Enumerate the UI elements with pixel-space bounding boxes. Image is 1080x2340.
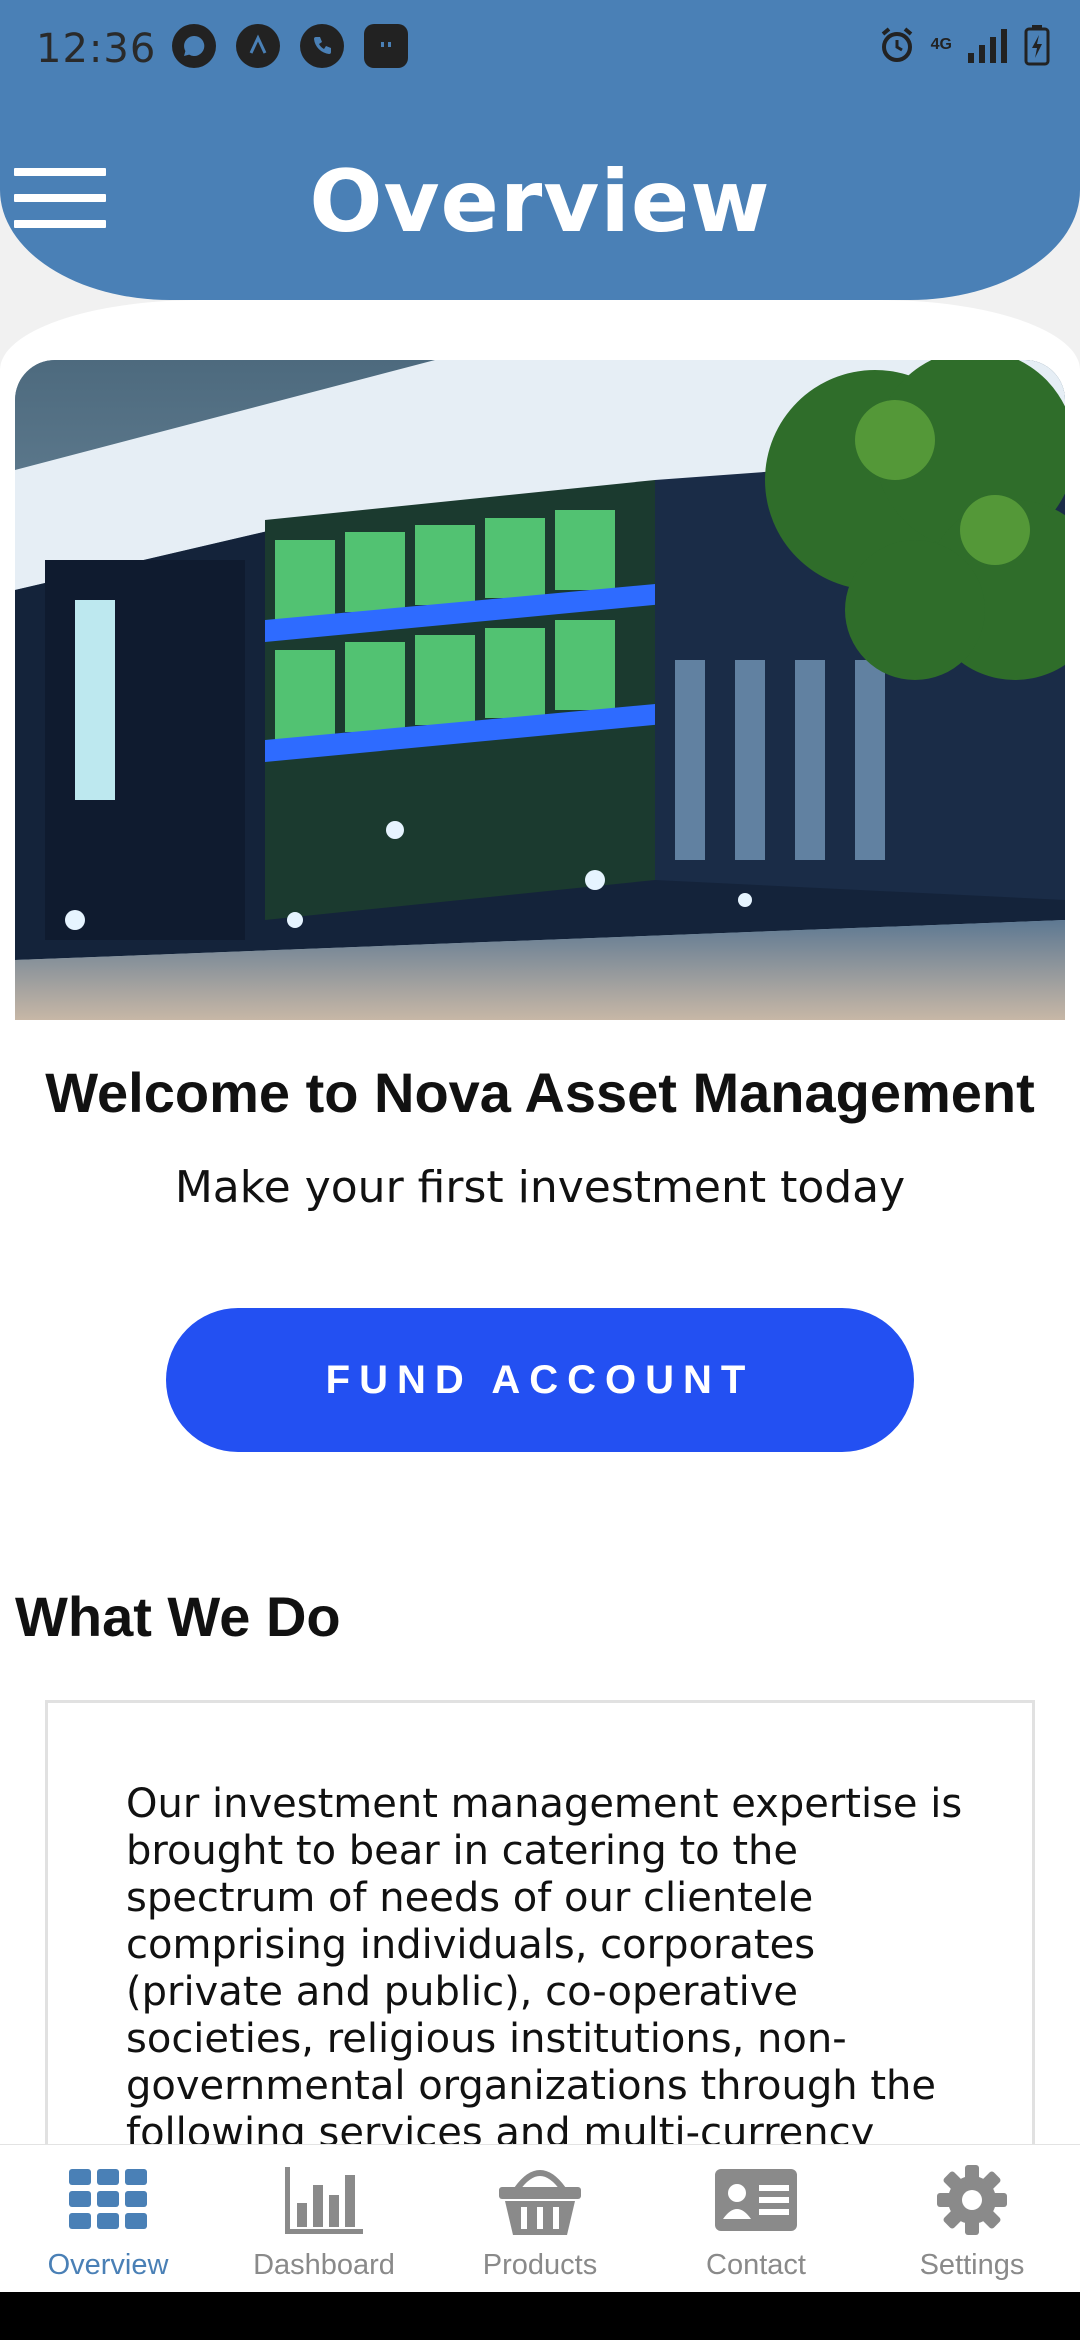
- gear-icon: [937, 2165, 1007, 2235]
- contact-card-icon: [715, 2169, 797, 2231]
- welcome-title: Welcome to Nova Asset Management: [45, 1061, 1035, 1124]
- signal-icon: [968, 29, 1007, 63]
- nav-label-products: Products: [482, 2249, 598, 2281]
- system-status-icons: 4G: [877, 24, 1050, 66]
- app-header: 12:36 4G Overview: [0, 0, 1080, 300]
- nav-label-overview: Overview: [47, 2249, 169, 2281]
- battery-charging-icon: [1024, 25, 1050, 66]
- bottom-navigation: Overview Dashboard Products Contact Sett…: [0, 2144, 1080, 2293]
- tagline: Make your first investment today: [174, 1162, 906, 1213]
- ghost-icon: [364, 24, 408, 68]
- network-type: 4G: [930, 36, 952, 53]
- whatsapp-icon: [172, 24, 216, 68]
- nav-label-dashboard: Dashboard: [253, 2249, 395, 2281]
- grid-icon: [69, 2169, 147, 2229]
- section-title: What We Do: [15, 1585, 341, 1648]
- hero-image: [15, 360, 1065, 1020]
- network-indicator: 4G: [931, 37, 952, 53]
- what-we-do-text: Our investment management expertise is b…: [126, 1781, 963, 2156]
- notification-icons: [172, 24, 408, 68]
- nav-label-settings: Settings: [919, 2249, 1025, 2281]
- phone-icon: [300, 24, 344, 68]
- nav-dashboard[interactable]: Dashboard: [216, 2145, 432, 2293]
- system-navigation-bar: [0, 2292, 1080, 2340]
- nav-overview[interactable]: Overview: [0, 2145, 216, 2293]
- building-illustration: [15, 360, 1065, 1020]
- alarm-icon: [881, 27, 912, 62]
- basket-icon: [499, 2170, 581, 2235]
- fund-account-button[interactable]: FUND ACCOUNT: [166, 1308, 914, 1452]
- page-title: Overview: [309, 152, 771, 252]
- what-we-do-card: Our investment management expertise is b…: [45, 1700, 1035, 2160]
- bar-chart-icon: [285, 2167, 363, 2234]
- app-notification-icon: [236, 24, 280, 68]
- status-time: 12:36: [36, 26, 157, 72]
- nav-label-contact: Contact: [706, 2249, 806, 2281]
- nav-products[interactable]: Products: [432, 2145, 648, 2293]
- nav-contact[interactable]: Contact: [648, 2145, 864, 2293]
- nav-settings[interactable]: Settings: [864, 2145, 1080, 2293]
